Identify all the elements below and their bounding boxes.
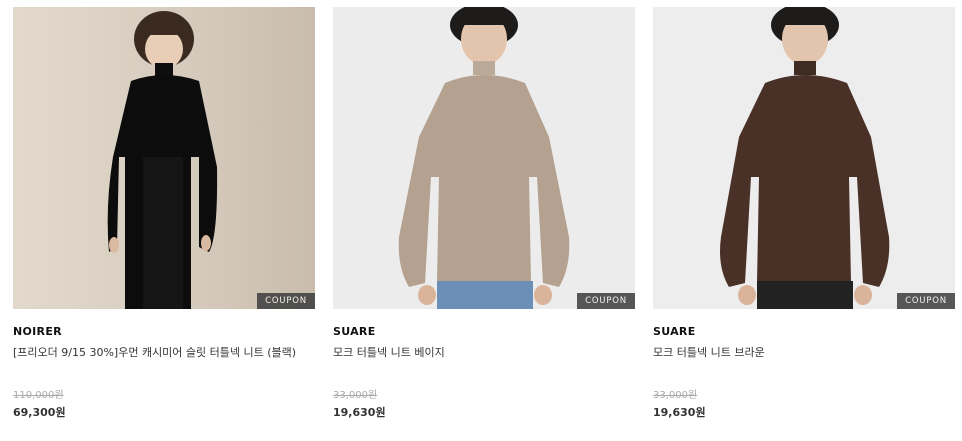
product-card[interactable]: COUPON SUARE 모크 터틀넥 니트 베이지 33,000원 19,63… xyxy=(333,7,635,427)
coupon-badge: COUPON xyxy=(897,293,955,309)
product-name[interactable]: 모크 터틀넥 니트 브라운 xyxy=(653,344,765,360)
product-brand[interactable]: SUARE xyxy=(653,325,696,338)
sale-price: 69,300원 xyxy=(13,406,66,419)
product-image[interactable]: COUPON xyxy=(653,7,955,309)
product-brand[interactable]: SUARE xyxy=(333,325,376,338)
product-card[interactable]: COUPON NOIRER [프리오더 9/15 30%]우먼 캐시미어 슬릿 … xyxy=(13,7,315,427)
product-card[interactable]: COUPON SUARE 모크 터틀넥 니트 브라운 33,000원 19,63… xyxy=(653,7,955,427)
product-image[interactable]: COUPON xyxy=(13,7,315,309)
original-price: 33,000원 xyxy=(333,390,378,401)
coupon-badge: COUPON xyxy=(257,293,315,309)
sale-price: 19,630원 xyxy=(653,406,706,419)
product-name[interactable]: 모크 터틀넥 니트 베이지 xyxy=(333,344,445,360)
original-price: 110,000원 xyxy=(13,390,64,401)
product-brand[interactable]: NOIRER xyxy=(13,325,62,338)
coupon-badge: COUPON xyxy=(577,293,635,309)
sale-price: 19,630원 xyxy=(333,406,386,419)
product-grid: COUPON NOIRER [프리오더 9/15 30%]우먼 캐시미어 슬릿 … xyxy=(0,0,962,441)
original-price: 33,000원 xyxy=(653,390,698,401)
product-image[interactable]: COUPON xyxy=(333,7,635,309)
product-name[interactable]: [프리오더 9/15 30%]우먼 캐시미어 슬릿 터틀넥 니트 (블랙) xyxy=(13,344,296,360)
